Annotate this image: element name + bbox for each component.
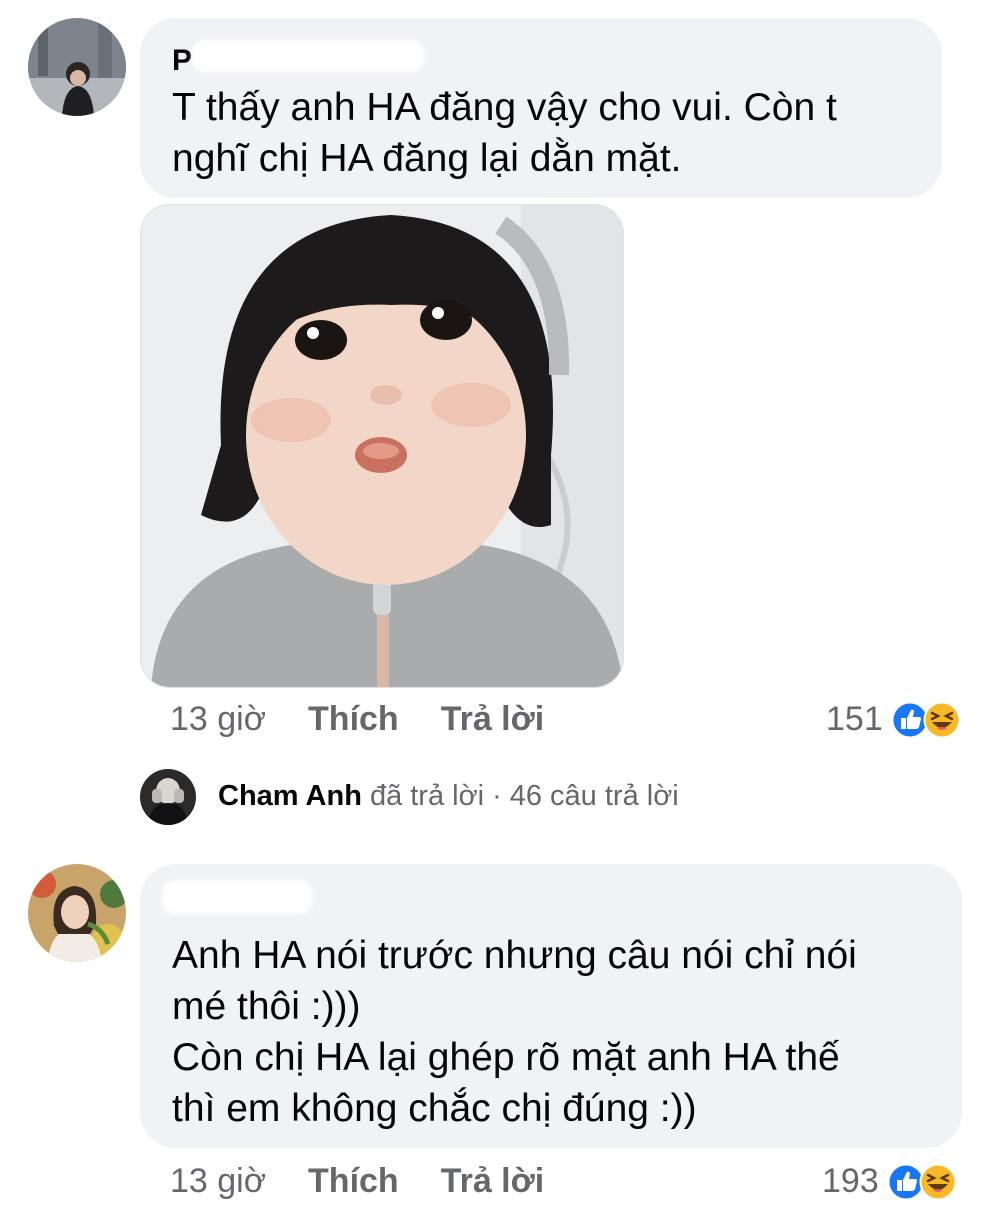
comment-bubble: Anh HA nói trước nhưng câu nói chỉ nói m…	[140, 864, 962, 1148]
separator-dot: ·	[492, 780, 502, 812]
comment-actions: 13 giờ Thích Trả lời	[170, 700, 586, 739]
reaction-icons	[891, 701, 961, 739]
reaction-summary[interactable]: 193	[822, 1162, 957, 1201]
redaction-mark	[192, 40, 424, 72]
commenter-avatar[interactable]	[28, 18, 126, 116]
comment-text: T thấy anh HA đăng vậy cho vui. Còn t ng…	[172, 86, 837, 180]
haha-icon	[923, 701, 961, 738]
reply-summary-text[interactable]: Cham Anh đã trả lời · 46 câu trả lời	[218, 780, 679, 813]
reaction-count: 151	[826, 700, 883, 738]
comment-actions: 13 giờ Thích Trả lời	[170, 1162, 586, 1201]
comment-photo[interactable]	[140, 204, 624, 688]
redaction-mark	[162, 880, 312, 914]
reply-author-name[interactable]: Cham Anh	[218, 780, 362, 813]
haha-icon	[919, 1163, 957, 1200]
reply-avatar[interactable]	[140, 769, 196, 825]
comment-text: Anh HA nói trước nhưng câu nói chỉ nói m…	[172, 934, 857, 1130]
reply-button[interactable]: Trả lời	[441, 1162, 545, 1201]
comment-timestamp[interactable]: 13 giờ	[170, 700, 266, 739]
comment-bubble: P T thấy anh HA đăng vậy cho vui. Còn t …	[140, 18, 942, 198]
reply-count[interactable]: 46 câu trả lời	[510, 780, 679, 813]
reaction-summary[interactable]: 151	[826, 700, 961, 739]
reply-button[interactable]: Trả lời	[441, 700, 545, 739]
commenter-avatar[interactable]	[28, 864, 126, 962]
reply-action-text: đã trả lời	[369, 780, 485, 812]
reaction-count: 193	[822, 1162, 879, 1200]
comment-author[interactable]: P	[172, 44, 192, 78]
like-button[interactable]: Thích	[308, 1162, 399, 1201]
reaction-icons	[887, 1163, 957, 1201]
like-button[interactable]: Thích	[308, 700, 399, 739]
comment-timestamp[interactable]: 13 giờ	[170, 1162, 266, 1201]
